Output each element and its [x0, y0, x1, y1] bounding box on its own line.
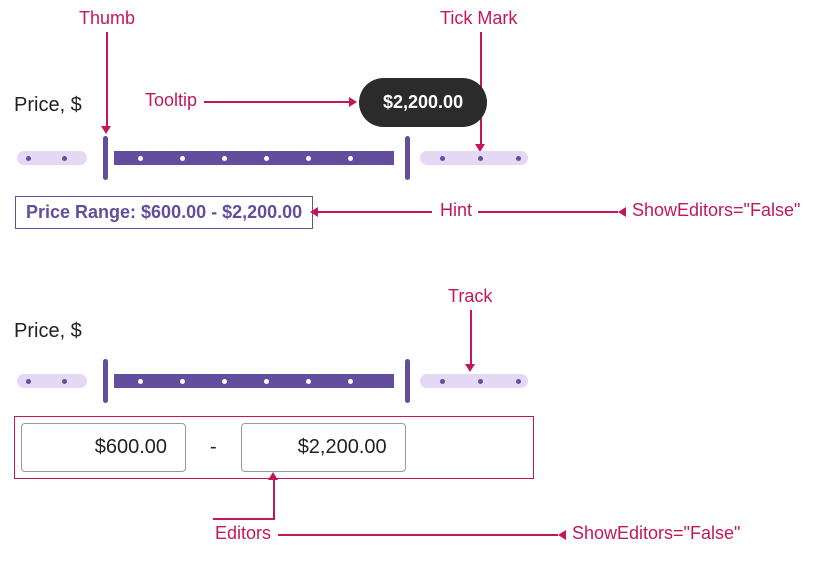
- slider2-track-bg-right: [420, 374, 528, 388]
- callout-tooltip-line: [204, 101, 349, 103]
- slider1-thumb-min[interactable]: [103, 136, 108, 180]
- tick-icon: [180, 156, 185, 161]
- tick-icon: [516, 379, 521, 384]
- tick-icon: [62, 379, 67, 384]
- slider2-label: Price, $: [14, 320, 82, 343]
- callout-track-arrow: [465, 364, 475, 372]
- callout-thumb-line: [106, 32, 108, 126]
- callout-editors-arrow-up: [268, 472, 278, 480]
- tick-icon: [222, 379, 227, 384]
- tick-icon: [348, 156, 353, 161]
- callout-tooltip-label: Tooltip: [145, 90, 197, 111]
- tick-icon: [264, 156, 269, 161]
- slider1-thumb-max[interactable]: [405, 136, 410, 180]
- callout-editors-vline: [273, 480, 275, 518]
- callout-editors-label: Editors: [215, 523, 271, 544]
- tick-icon: [138, 156, 143, 161]
- editor-separator: -: [194, 436, 233, 459]
- tick-icon: [26, 156, 31, 161]
- slider1-track-bg-right: [420, 151, 528, 165]
- tick-icon: [478, 156, 483, 161]
- slider1-tooltip: $2,200.00: [359, 78, 487, 127]
- tick-icon: [440, 156, 445, 161]
- slider2-editors: -: [14, 416, 534, 479]
- callout-editors-hline-right: [278, 534, 558, 536]
- tick-icon: [348, 379, 353, 384]
- slider1-label: Price, $: [14, 94, 82, 117]
- tick-icon: [180, 379, 185, 384]
- callout-editors-arrow-right: [558, 530, 566, 540]
- callout-hint-arrow-left: [310, 207, 318, 217]
- tick-icon: [516, 156, 521, 161]
- callout-track-line: [470, 310, 472, 364]
- tick-icon: [306, 156, 311, 161]
- slider1-hint: Price Range: $600.00 - $2,200.00: [15, 196, 313, 229]
- callout-thumb-label: Thumb: [79, 8, 135, 29]
- callout-hint-arrow-right: [618, 207, 626, 217]
- callout-showeditors1-label: ShowEditors="False": [632, 200, 800, 221]
- tick-icon: [264, 379, 269, 384]
- slider2-thumb-max[interactable]: [405, 359, 410, 403]
- tick-icon: [440, 379, 445, 384]
- callout-tickmark-label: Tick Mark: [440, 8, 517, 29]
- callout-tooltip-arrow: [349, 97, 357, 107]
- tick-icon: [306, 379, 311, 384]
- tick-icon: [478, 379, 483, 384]
- slider2-thumb-min[interactable]: [103, 359, 108, 403]
- callout-thumb-arrow: [101, 126, 111, 134]
- callout-track-label: Track: [448, 286, 492, 307]
- tick-icon: [138, 379, 143, 384]
- callout-hint-line-left: [318, 211, 432, 213]
- callout-hint-line-right: [478, 211, 618, 213]
- tick-icon: [26, 379, 31, 384]
- editor-min-input[interactable]: [21, 423, 186, 472]
- callout-editors-hline-left: [213, 518, 275, 520]
- tick-icon: [222, 156, 227, 161]
- tick-icon: [62, 156, 67, 161]
- editor-max-input[interactable]: [241, 423, 406, 472]
- callout-showeditors2-label: ShowEditors="False": [572, 523, 740, 544]
- callout-hint-label: Hint: [440, 200, 472, 221]
